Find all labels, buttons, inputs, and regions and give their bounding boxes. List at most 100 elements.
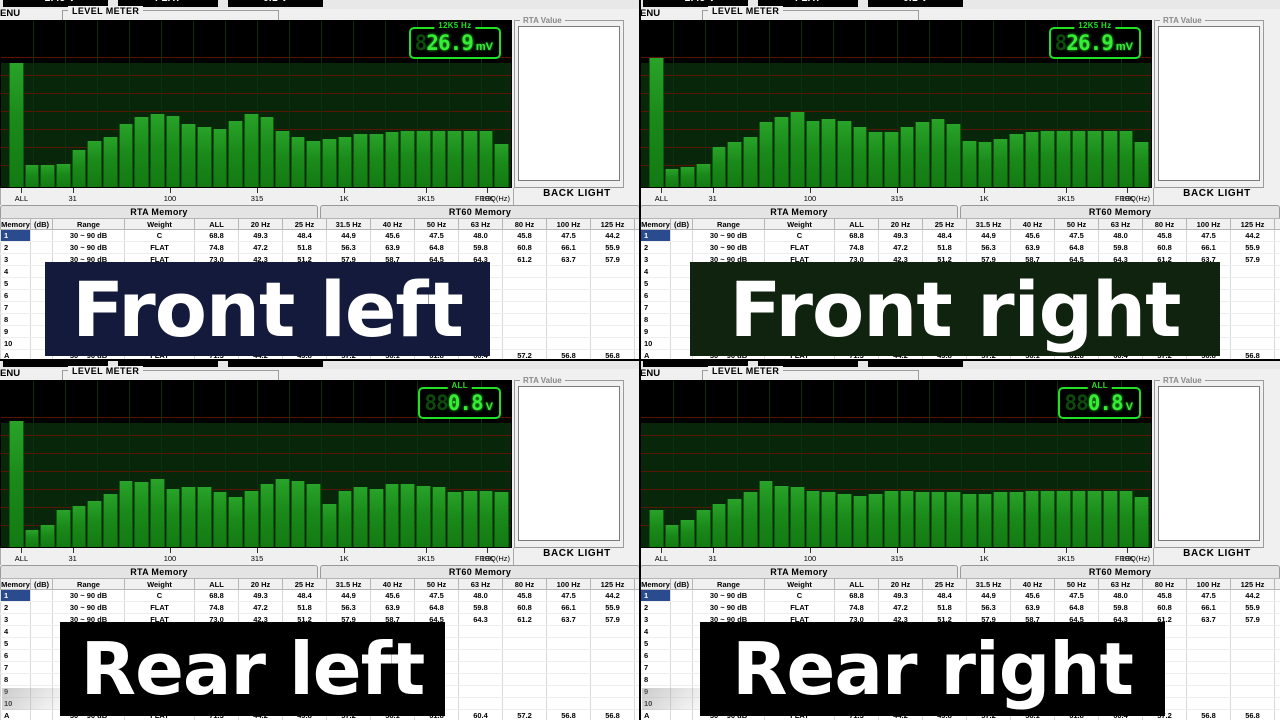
table-column-header[interactable]: Memory bbox=[640, 218, 671, 230]
table-column-header[interactable]: (dB) bbox=[30, 578, 53, 590]
tab-rt60-memory[interactable]: RT60 Memory bbox=[320, 205, 639, 218]
table-column-header[interactable]: 20 Hz bbox=[878, 218, 923, 230]
rta-value-list[interactable] bbox=[518, 386, 620, 541]
table-row[interactable]: 2 30 ~ 90 dB FLAT 74.8 47.2 51.8 56.3 63.9 64.8 5… bbox=[0, 601, 639, 614]
menu-button[interactable]: ENU bbox=[0, 8, 20, 19]
table-column-header[interactable]: 40 Hz bbox=[370, 218, 415, 230]
tab-rt60-memory[interactable]: RT60 Memory bbox=[960, 565, 1280, 578]
tab-rta-memory[interactable]: RTA Memory bbox=[640, 565, 958, 578]
tab-rt60-memory[interactable]: RT60 Memory bbox=[320, 565, 639, 578]
table-column-header[interactable]: (dB) bbox=[670, 578, 693, 590]
menu-button[interactable]: ENU bbox=[640, 8, 660, 19]
cell-value: 47.5 bbox=[1186, 589, 1231, 602]
table-column-header[interactable]: 160 Hz bbox=[1274, 578, 1280, 590]
table-column-header[interactable]: 40 Hz bbox=[1010, 578, 1055, 590]
table-column-header[interactable]: 31.5 Hz bbox=[966, 578, 1011, 590]
cell-value: 45.8 bbox=[502, 229, 547, 242]
table-column-header[interactable]: 50 Hz bbox=[414, 578, 459, 590]
back-light-button[interactable]: BACK LIGHT bbox=[514, 186, 639, 202]
back-light-button[interactable]: BACK LIGHT bbox=[1154, 186, 1280, 202]
table-row[interactable]: 2 30 ~ 90 dB FLAT 74.8 47.2 51.8 56.3 63.9 64.8 5… bbox=[640, 601, 1280, 614]
table-column-header[interactable]: 63 Hz bbox=[458, 218, 503, 230]
table-column-header[interactable]: ALL bbox=[834, 578, 879, 590]
back-light-button[interactable]: BACK LIGHT bbox=[1154, 546, 1280, 562]
table-column-header[interactable]: 80 Hz bbox=[1142, 578, 1187, 590]
table-column-header[interactable]: 50 Hz bbox=[1054, 578, 1099, 590]
range-level-display[interactable]: 0.1 V bbox=[868, 360, 963, 367]
table-column-header[interactable]: 31.5 Hz bbox=[326, 578, 371, 590]
table-column-header[interactable]: 63 Hz bbox=[458, 578, 503, 590]
table-column-header[interactable]: 20 Hz bbox=[878, 578, 923, 590]
table-column-header[interactable]: 80 Hz bbox=[502, 578, 547, 590]
table-column-header[interactable]: 25 Hz bbox=[282, 218, 327, 230]
cell-value: 51.8 bbox=[282, 241, 327, 254]
table-row[interactable]: 2 30 ~ 90 dB FLAT 74.8 47.2 51.8 56.3 63.9 64.8 5… bbox=[0, 241, 639, 254]
table-column-header[interactable]: 31.5 Hz bbox=[326, 218, 371, 230]
table-column-header[interactable]: ALL bbox=[194, 218, 239, 230]
table-column-header[interactable]: Memory bbox=[640, 578, 671, 590]
table-column-header[interactable]: 63 Hz bbox=[1098, 218, 1143, 230]
table-column-header[interactable]: 63 Hz bbox=[1098, 578, 1143, 590]
rta-value-list[interactable] bbox=[1158, 26, 1260, 181]
cell-value bbox=[458, 625, 503, 638]
table-column-header[interactable]: Weight bbox=[764, 578, 835, 590]
cell-db bbox=[670, 637, 693, 650]
table-row[interactable]: 1 30 ~ 90 dB C 68.8 49.3 48.4 44.9 45.6 47.5 48.0… bbox=[0, 589, 639, 602]
table-column-header[interactable]: Range bbox=[692, 578, 765, 590]
range-level-display[interactable]: 0.1 V bbox=[228, 360, 323, 367]
table-column-header[interactable]: ALL bbox=[194, 578, 239, 590]
menu-button[interactable]: ENU bbox=[0, 368, 20, 379]
spectrum-bar bbox=[416, 485, 431, 547]
rta-value-list[interactable] bbox=[1158, 386, 1260, 541]
table-column-header[interactable]: 80 Hz bbox=[502, 218, 547, 230]
table-column-header[interactable]: 40 Hz bbox=[1010, 218, 1055, 230]
menu-button[interactable]: ENU bbox=[640, 368, 660, 379]
table-column-header[interactable]: 50 Hz bbox=[1054, 218, 1099, 230]
table-column-header[interactable]: Weight bbox=[124, 218, 195, 230]
table-column-header[interactable]: ALL bbox=[834, 218, 879, 230]
tab-rta-memory[interactable]: RTA Memory bbox=[0, 205, 318, 218]
cell-weight: C bbox=[764, 229, 835, 242]
table-column-header[interactable]: (dB) bbox=[670, 218, 693, 230]
table-column-header[interactable]: 100 Hz bbox=[546, 218, 591, 230]
table-row[interactable]: 1 30 ~ 90 dB C 68.8 49.3 48.4 44.9 45.6 47.5 48.0… bbox=[640, 229, 1280, 242]
table-column-header[interactable]: 125 Hz bbox=[1230, 218, 1275, 230]
table-column-header[interactable]: (dB) bbox=[30, 218, 53, 230]
spectrum-bar bbox=[322, 503, 337, 547]
table-column-header[interactable]: 125 Hz bbox=[1230, 578, 1275, 590]
table-column-header[interactable]: 100 Hz bbox=[1186, 218, 1231, 230]
table-column-header[interactable]: Range bbox=[52, 218, 125, 230]
table-column-header[interactable]: 31.5 Hz bbox=[966, 218, 1011, 230]
table-column-header[interactable]: 50 Hz bbox=[414, 218, 459, 230]
table-column-header[interactable]: 125 Hz bbox=[590, 218, 635, 230]
range-level-display[interactable]: 0.1 V bbox=[228, 0, 323, 7]
table-row[interactable]: 1 30 ~ 90 dB C 68.8 49.3 48.4 44.9 45.6 47.5 48.0… bbox=[0, 229, 639, 242]
table-row[interactable]: 2 30 ~ 90 dB FLAT 74.8 47.2 51.8 56.3 63.9 64.8 5… bbox=[640, 241, 1280, 254]
range-level-display[interactable]: 0.1 V bbox=[868, 0, 963, 7]
caption-front-left: Front left bbox=[45, 262, 490, 356]
table-column-header[interactable]: 25 Hz bbox=[922, 578, 967, 590]
table-column-header[interactable]: 100 Hz bbox=[1186, 578, 1231, 590]
table-column-header[interactable]: Weight bbox=[124, 578, 195, 590]
table-column-header[interactable]: 20 Hz bbox=[238, 578, 283, 590]
table-column-header[interactable]: Weight bbox=[764, 218, 835, 230]
frequency-tick bbox=[344, 188, 346, 193]
table-column-header[interactable]: 25 Hz bbox=[922, 218, 967, 230]
table-column-header[interactable]: 40 Hz bbox=[370, 578, 415, 590]
tab-rta-memory[interactable]: RTA Memory bbox=[640, 205, 958, 218]
table-column-header[interactable]: Range bbox=[692, 218, 765, 230]
table-column-header[interactable]: 80 Hz bbox=[1142, 218, 1187, 230]
table-column-header[interactable]: Range bbox=[52, 578, 125, 590]
table-row[interactable]: 1 30 ~ 90 dB C 68.8 49.3 48.4 44.9 45.6 47.5 48.0… bbox=[640, 589, 1280, 602]
table-column-header[interactable]: 25 Hz bbox=[282, 578, 327, 590]
tab-rt60-memory[interactable]: RT60 Memory bbox=[960, 205, 1280, 218]
rta-value-list[interactable] bbox=[518, 26, 620, 181]
tab-rta-memory[interactable]: RTA Memory bbox=[0, 565, 318, 578]
table-column-header[interactable]: 20 Hz bbox=[238, 218, 283, 230]
table-column-header[interactable]: 125 Hz bbox=[590, 578, 635, 590]
table-column-header[interactable]: Memory bbox=[0, 578, 31, 590]
back-light-button[interactable]: BACK LIGHT bbox=[514, 546, 639, 562]
table-column-header[interactable]: 160 Hz bbox=[1274, 218, 1280, 230]
table-column-header[interactable]: Memory bbox=[0, 218, 31, 230]
table-column-header[interactable]: 100 Hz bbox=[546, 578, 591, 590]
